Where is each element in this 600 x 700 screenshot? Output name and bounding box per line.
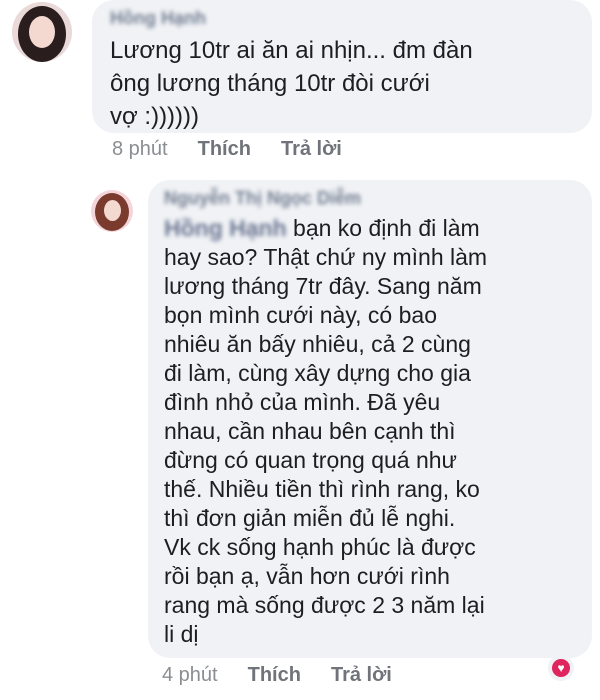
like-button[interactable]: Thích — [198, 138, 251, 161]
reply-actions: 4 phút Thích Trả lời — [162, 664, 392, 687]
comment-author[interactable]: Hồng Hạnh — [110, 6, 574, 30]
reply-text: Hồng Hạnh bạn ko định đi làm hay sao? Th… — [164, 215, 488, 647]
reply-author[interactable]: Nguyễn Thị Ngọc Diễm — [164, 186, 576, 210]
mention-link[interactable]: Hồng Hạnh — [164, 215, 287, 241]
reaction-badge[interactable]: ♥ 1 — [548, 654, 574, 681]
avatar[interactable] — [12, 2, 72, 62]
reply-button[interactable]: Trả lời — [281, 138, 342, 161]
like-button[interactable]: Thích — [248, 664, 301, 687]
comment-text: Lương 10tr ai ăn ai nhịn... đm đàn ông l… — [110, 37, 473, 130]
comment-actions: 8 phút Thích Trả lời — [112, 138, 342, 161]
comment-bubble: Hồng Hạnh Lương 10tr ai ăn ai nhịn... đm… — [92, 0, 592, 133]
heart-icon: ♥ — [552, 658, 570, 677]
comment-time[interactable]: 8 phút — [112, 138, 168, 161]
avatar[interactable] — [91, 190, 133, 232]
reply-time[interactable]: 4 phút — [162, 664, 218, 687]
reply-bubble: Nguyễn Thị Ngọc Diễm Hồng Hạnh bạn ko đị… — [148, 180, 592, 658]
reply-button[interactable]: Trả lời — [331, 664, 392, 687]
